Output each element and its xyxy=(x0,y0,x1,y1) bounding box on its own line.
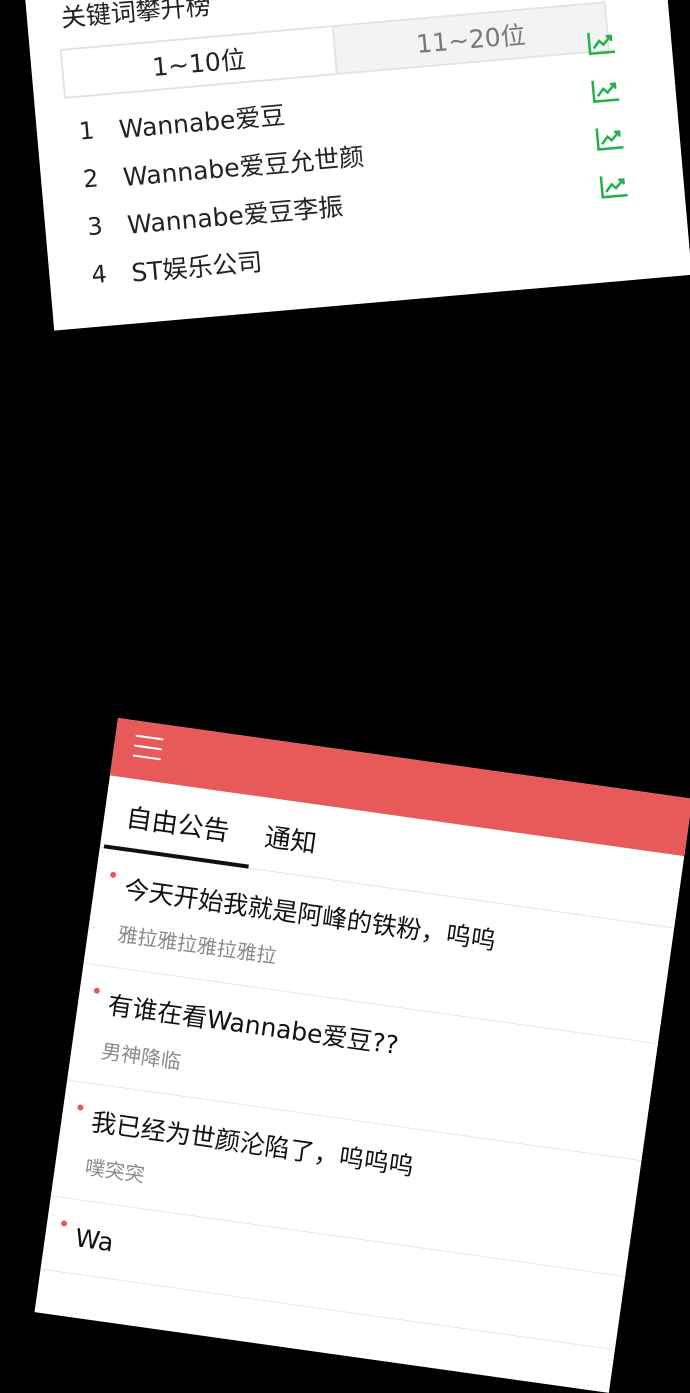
rank-number: 4 xyxy=(90,259,108,290)
trend-up-icon xyxy=(598,172,630,201)
tab-rank-1-10[interactable]: 1~10位 xyxy=(61,27,336,97)
rank-number: 2 xyxy=(81,164,100,194)
hamburger-menu-icon[interactable] xyxy=(132,731,164,765)
unread-dot xyxy=(77,1103,84,1111)
tab-notice[interactable]: 通知 xyxy=(260,817,325,878)
trend-up-icon xyxy=(594,124,626,153)
tab-rank-11-20[interactable]: 11~20位 xyxy=(331,3,608,74)
keyword-ranking-panel: 关键词攀升榜 1~10位 11~20位 1 Wannabe爱豆 2 Wannab… xyxy=(22,0,690,331)
trend-up-icon xyxy=(585,29,617,58)
unread-dot xyxy=(109,871,117,879)
rank-number: 1 xyxy=(77,116,96,146)
trend-up-icon xyxy=(589,76,621,105)
ranking-list: 1 Wannabe爱豆 2 Wannabe爱豆允世颜 3 Wannabe爱豆李振… xyxy=(65,32,669,300)
unread-dot xyxy=(93,987,101,995)
bulletin-board-panel: 自由公告 通知 今天开始我就是阿峰的铁粉，呜呜 雅拉雅拉雅拉雅拉 有谁在看Wan… xyxy=(34,718,690,1393)
rank-number: 3 xyxy=(86,212,104,242)
unread-dot xyxy=(60,1219,68,1227)
